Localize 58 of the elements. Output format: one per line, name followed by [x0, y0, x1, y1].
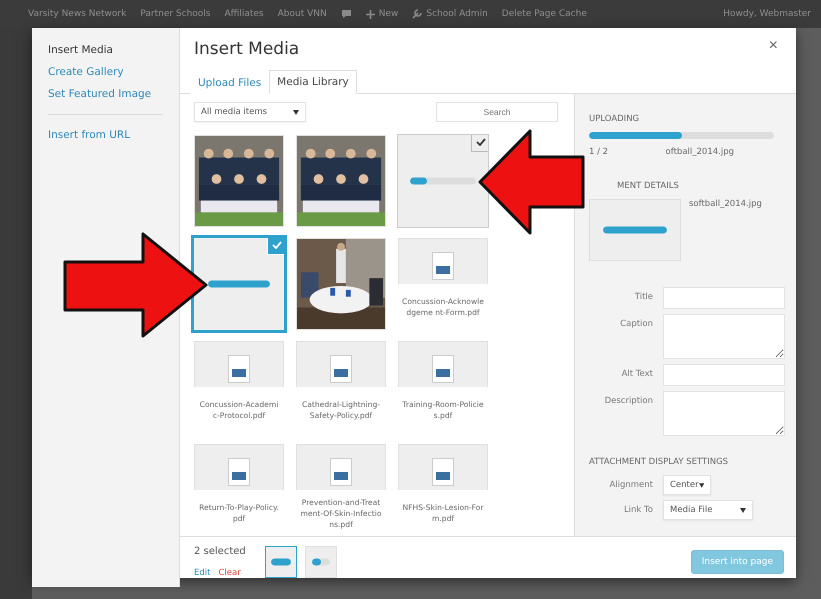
admin-bar-link[interactable]: Affiliates	[224, 9, 264, 19]
document-icon	[228, 458, 250, 486]
field-label: Alignment	[608, 479, 653, 490]
file-name: softball_2014.jpg	[689, 199, 762, 209]
progress-bar	[603, 226, 667, 234]
menu-item[interactable]: Create Gallery	[48, 62, 163, 82]
progress-bar	[312, 558, 330, 566]
progress-bar	[270, 558, 291, 566]
section-heading: ATTACHMENT DISPLAY SETTINGS	[589, 457, 730, 467]
section-heading: MENT DETAILS	[616, 181, 680, 191]
menu-item[interactable]: Insert Media	[48, 40, 163, 60]
caret-icon	[740, 508, 746, 512]
document-icon	[432, 252, 454, 280]
field-label: Link To	[622, 504, 653, 515]
menu-item[interactable]: Set Featured Image	[48, 84, 163, 104]
dropdown[interactable]: Center	[663, 475, 711, 495]
close-button[interactable]: ×	[762, 36, 784, 56]
admin-link[interactable]: School Admin	[412, 9, 488, 19]
input-field[interactable]	[663, 364, 785, 386]
upload-count: 1 / 2	[589, 147, 608, 157]
document-icon	[228, 355, 250, 383]
admin-bar-link[interactable]: Delete Page Cache	[502, 9, 587, 19]
selected-thumbnail[interactable]	[264, 546, 297, 578]
progress-bar	[208, 280, 270, 288]
admin-bar-link[interactable]: Varsity News Network	[28, 9, 126, 19]
selection-count: 2 selected	[194, 546, 247, 556]
input-field[interactable]	[663, 287, 785, 309]
progress-bar	[410, 178, 476, 184]
field-label: Description	[604, 395, 653, 406]
document-icon	[330, 458, 352, 486]
caret-icon	[698, 482, 704, 488]
section-heading: UPLOADING	[589, 114, 640, 124]
new-link[interactable]: New	[366, 9, 398, 19]
account-greeting[interactable]: Howdy, Webmaster	[723, 9, 811, 19]
comment-icon[interactable]	[340, 9, 352, 19]
wrench-icon	[412, 9, 422, 19]
clear-link[interactable]: Clear	[218, 568, 241, 578]
document-icon	[432, 458, 454, 486]
tab[interactable]: Media Library	[269, 70, 357, 94]
admin-bar-link[interactable]: Partner Schools	[140, 9, 210, 19]
admin-bar-link[interactable]: About VNN	[278, 9, 327, 19]
field-label: Title	[634, 291, 653, 302]
dropdown[interactable]: Media File	[663, 500, 753, 520]
document-icon	[432, 355, 454, 383]
modal-title: Insert Media	[194, 39, 300, 59]
media-tile[interactable]	[398, 135, 488, 227]
caret-icon	[293, 110, 299, 114]
file-name: oftball_2014.jpg	[666, 147, 734, 157]
search-field[interactable]: Search	[436, 102, 558, 122]
field-label: Alt Text	[620, 368, 653, 379]
filter-select[interactable]: All media items	[194, 102, 306, 122]
document-icon	[330, 355, 352, 383]
check-icon[interactable]	[268, 238, 284, 254]
field-label: Caption	[619, 318, 653, 329]
menu-item[interactable]: Insert from URL	[48, 125, 163, 145]
media-tile[interactable]	[194, 238, 284, 330]
edit-link[interactable]: Edit	[194, 568, 210, 578]
plus-icon	[366, 10, 375, 18]
